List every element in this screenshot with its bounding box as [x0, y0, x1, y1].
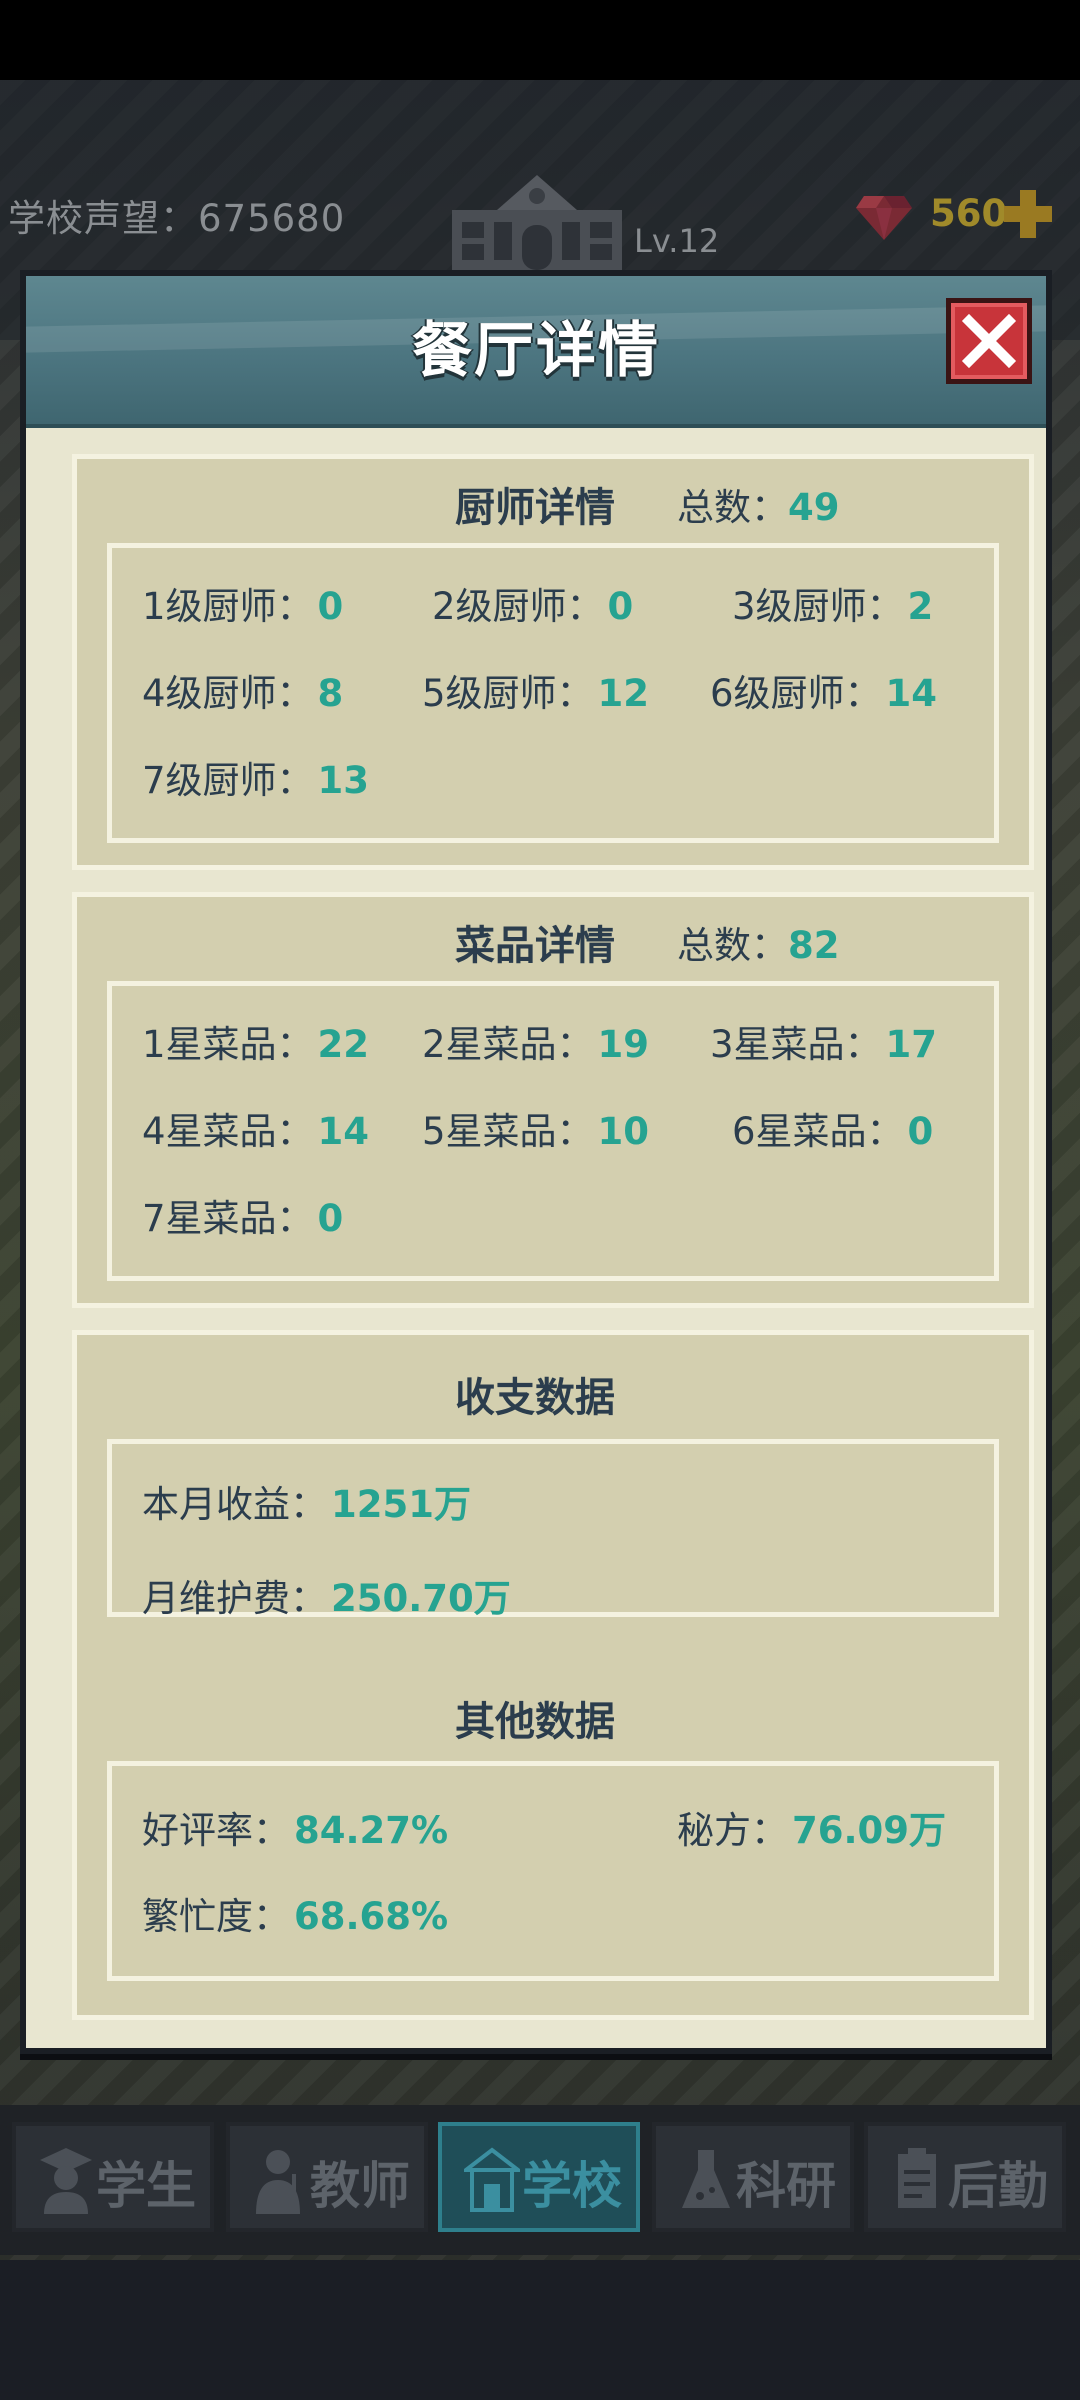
tab-students[interactable]: 学生 — [12, 2122, 214, 2232]
close-button[interactable] — [946, 298, 1032, 384]
teacher-icon — [256, 2150, 300, 2214]
logistics-icon — [898, 2148, 936, 2208]
other-data-title: 其他数据 — [455, 1699, 615, 1745]
other-stats-box: 好评率： 84.27% 秘方： 76.09万 繁忙度： 68.68% — [107, 1761, 999, 1981]
tab-research-label: 科研 — [736, 2157, 836, 2215]
restaurant-details-dialog: 餐厅详情 厨师详情 总数：49 1级厨师： 0 2级厨师： 0 3级厨师： 2 4级厨… — [20, 270, 1052, 2054]
finance-section: 收支数据 本月收益： 1251万 月维护费： 250.70万 其他数据 好评率： 84… — [72, 1330, 1034, 2020]
positive-rating: 好评率： 84.27% — [142, 1809, 449, 1852]
gem-count: 560 — [930, 192, 1008, 235]
research-icon — [682, 2150, 730, 2208]
tab-school[interactable]: 学校 — [438, 2122, 640, 2232]
school-prestige: 学校声望：675680 — [8, 197, 346, 240]
dish-star-7: 7星菜品： 0 — [142, 1197, 344, 1240]
system-nav-area — [0, 2260, 1080, 2400]
chef-level-6: 6级厨师： 14 — [710, 672, 938, 715]
busy-level: 繁忙度： 68.68% — [142, 1895, 449, 1938]
close-icon — [961, 313, 1017, 369]
chef-stats-box: 1级厨师： 0 2级厨师： 0 3级厨师： 2 4级厨师： 8 5级厨师： 12 6级厨师… — [107, 543, 999, 843]
dish-details-title: 菜品详情 — [455, 923, 615, 969]
dish-star-1: 1星菜品： 22 — [142, 1023, 370, 1066]
status-bar — [0, 0, 1080, 80]
chef-details-title: 厨师详情 — [455, 485, 615, 531]
monthly-maintenance: 月维护费： 250.70万 — [142, 1577, 511, 1620]
dish-stats-box: 1星菜品： 22 2星菜品： 19 3星菜品： 17 4星菜品： 14 5星菜品： 10 … — [107, 981, 999, 1281]
dialog-title: 餐厅详情 — [412, 316, 660, 386]
school-building-icon — [452, 175, 622, 270]
chef-details-section: 厨师详情 总数：49 1级厨师： 0 2级厨师： 0 3级厨师： 2 4级厨师： 8 5… — [72, 454, 1034, 870]
dish-star-5: 5星菜品： 10 — [422, 1110, 650, 1153]
tab-teachers[interactable]: 教师 — [226, 2122, 428, 2232]
school-level: Lv.12 — [634, 222, 720, 260]
dish-star-2: 2星菜品： 19 — [422, 1023, 650, 1066]
finance-title: 收支数据 — [455, 1375, 615, 1421]
gem-icon — [856, 196, 912, 240]
dish-details-section: 菜品详情 总数：82 1星菜品： 22 2星菜品： 19 3星菜品： 17 4星菜品：… — [72, 892, 1034, 1308]
chef-level-1: 1级厨师： 0 — [142, 585, 344, 628]
dish-total: 总数：82 — [677, 924, 840, 967]
chef-level-3: 3级厨师： 2 — [732, 585, 934, 628]
chef-level-2: 2级厨师： 0 — [432, 585, 634, 628]
student-icon — [40, 2148, 92, 2214]
tab-logistics-label: 后勤 — [948, 2157, 1048, 2215]
chef-level-5: 5级厨师： 12 — [422, 672, 650, 715]
dialog-header: 餐厅详情 — [26, 276, 1046, 428]
dish-star-4: 4星菜品： 14 — [142, 1110, 370, 1153]
chef-level-4: 4级厨师： 8 — [142, 672, 344, 715]
tab-students-label: 学生 — [96, 2157, 196, 2215]
tab-research[interactable]: 科研 — [652, 2122, 854, 2232]
dish-star-3: 3星菜品： 17 — [710, 1023, 938, 1066]
finance-stats-box: 本月收益： 1251万 月维护费： 250.70万 — [107, 1439, 999, 1620]
tab-logistics[interactable]: 后勤 — [864, 2122, 1066, 2232]
add-gems-icon[interactable] — [1002, 188, 1054, 240]
chef-level-7: 7级厨师： 13 — [142, 759, 370, 802]
monthly-income: 本月收益： 1251万 — [142, 1483, 471, 1526]
secret-recipe: 秘方： 76.09万 — [677, 1809, 947, 1852]
tab-school-label: 学校 — [522, 2157, 622, 2215]
school-icon — [464, 2147, 520, 2212]
chef-total: 总数：49 — [677, 486, 840, 529]
dish-star-6: 6星菜品： 0 — [732, 1110, 934, 1153]
tab-teachers-label: 教师 — [310, 2157, 410, 2215]
